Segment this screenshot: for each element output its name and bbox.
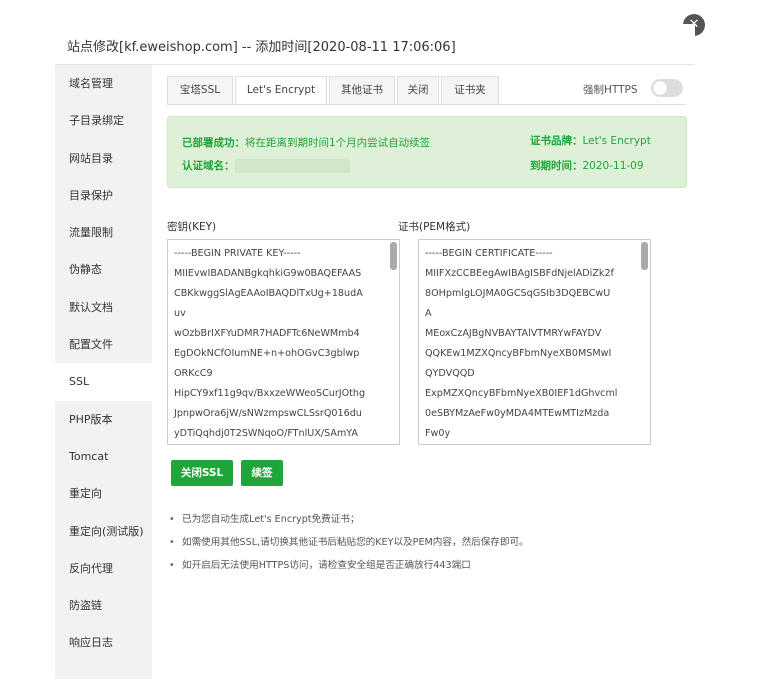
renew-button[interactable]: 续签 bbox=[241, 460, 283, 486]
tab-lets-encrypt[interactable]: Let's Encrypt bbox=[235, 76, 327, 105]
tips-list: 已为您自动生成Let's Encrypt免费证书； 如需使用其他SSL,请切换其… bbox=[167, 508, 687, 577]
cert-brand-key: 证书品牌： bbox=[530, 135, 583, 147]
expire-date-key: 到期时间： bbox=[530, 160, 583, 172]
cert-brand: 证书品牌：Let's Encrypt bbox=[530, 133, 651, 148]
auth-domain-key: 认证域名： bbox=[182, 160, 235, 172]
sidebar-item-subdir[interactable]: 子目录绑定 bbox=[55, 102, 152, 139]
cert-field-label: 证书(PEM格式) bbox=[398, 221, 471, 233]
expire-date-value: 2020-11-09 bbox=[582, 160, 644, 172]
tip-item: 如开启后无法使用HTTPS访问，请检查安全组是否正确放行443端口 bbox=[167, 554, 687, 577]
tab-close[interactable]: 关闭 bbox=[397, 76, 439, 105]
sidebar-item-default-doc[interactable]: 默认文档 bbox=[55, 289, 152, 326]
key-scrollbar[interactable] bbox=[390, 242, 397, 270]
private-key-text: -----BEGIN PRIVATE KEY----- MIIEvwIBADAN… bbox=[174, 248, 366, 439]
sidebar-item-config-file[interactable]: 配置文件 bbox=[55, 326, 152, 363]
ssl-status-box: 已部署成功：将在距离到期时间1个月内尝试自动续签 认证域名： 证书品牌：Let'… bbox=[167, 116, 687, 188]
site-edit-dialog: 站点修改[kf.eweishop.com] -- 添加时间[2020-08-11… bbox=[55, 24, 695, 679]
cert-brand-value: Let's Encrypt bbox=[582, 135, 651, 147]
tab-other-cert[interactable]: 其他证书 bbox=[329, 76, 395, 105]
tip-item: 如需使用其他SSL,请切换其他证书后粘贴您的KEY以及PEM内容，然后保存即可。 bbox=[167, 531, 687, 554]
dialog-title: 站点修改[kf.eweishop.com] -- 添加时间[2020-08-11… bbox=[67, 40, 456, 55]
force-https-toggle[interactable] bbox=[651, 79, 683, 97]
sidebar: 域名管理 子目录绑定 网站目录 目录保护 流量限制 伪静态 默认文档 配置文件 … bbox=[55, 65, 152, 679]
auth-domain: 认证域名： bbox=[182, 158, 350, 173]
deploy-status: 已部署成功：将在距离到期时间1个月内尝试自动续签 bbox=[182, 135, 430, 150]
tip-item: 已为您自动生成Let's Encrypt免费证书； bbox=[167, 508, 687, 531]
expire-date: 到期时间：2020-11-09 bbox=[530, 158, 644, 173]
auth-domain-masked bbox=[234, 159, 350, 173]
certificate-textarea[interactable]: -----BEGIN CERTIFICATE----- MIIFXzCCBEeg… bbox=[418, 239, 651, 445]
sidebar-item-php-version[interactable]: PHP版本 bbox=[55, 401, 152, 438]
deploy-status-key: 已部署成功： bbox=[182, 137, 245, 149]
tab-bt-ssl[interactable]: 宝塔SSL bbox=[167, 76, 233, 105]
close-ssl-button[interactable]: 关闭SSL bbox=[171, 460, 233, 486]
sidebar-item-response-log[interactable]: 响应日志 bbox=[55, 624, 152, 661]
tabs-divider bbox=[167, 104, 685, 105]
key-field-label: 密钥(KEY) bbox=[167, 221, 217, 233]
dialog-title-bar: 站点修改[kf.eweishop.com] -- 添加时间[2020-08-11… bbox=[55, 24, 695, 65]
tab-cert-folder[interactable]: 证书夹 bbox=[441, 76, 499, 105]
sidebar-item-tomcat[interactable]: Tomcat bbox=[55, 438, 152, 475]
sidebar-item-traffic-limit[interactable]: 流量限制 bbox=[55, 214, 152, 251]
force-https-label: 强制HTTPS bbox=[583, 84, 638, 96]
sidebar-item-rewrite[interactable]: 伪静态 bbox=[55, 251, 152, 288]
deploy-status-value: 将在距离到期时间1个月内尝试自动续签 bbox=[245, 137, 431, 149]
sidebar-item-dir-protect[interactable]: 目录保护 bbox=[55, 177, 152, 214]
sidebar-item-site-dir[interactable]: 网站目录 bbox=[55, 140, 152, 177]
private-key-textarea[interactable]: -----BEGIN PRIVATE KEY----- MIIEvwIBADAN… bbox=[167, 239, 400, 445]
sidebar-item-domain[interactable]: 域名管理 bbox=[55, 65, 152, 102]
sidebar-item-ssl[interactable]: SSL bbox=[55, 363, 152, 401]
certificate-text: -----BEGIN CERTIFICATE----- MIIFXzCCBEeg… bbox=[425, 248, 618, 439]
sidebar-item-redirect-beta[interactable]: 重定向(测试版) bbox=[55, 513, 152, 550]
sidebar-item-hotlink[interactable]: 防盗链 bbox=[55, 587, 152, 624]
toggle-knob bbox=[653, 81, 667, 95]
sidebar-item-redirect[interactable]: 重定向 bbox=[55, 475, 152, 512]
cert-scrollbar[interactable] bbox=[641, 242, 648, 270]
sidebar-item-reverse-proxy[interactable]: 反向代理 bbox=[55, 550, 152, 587]
